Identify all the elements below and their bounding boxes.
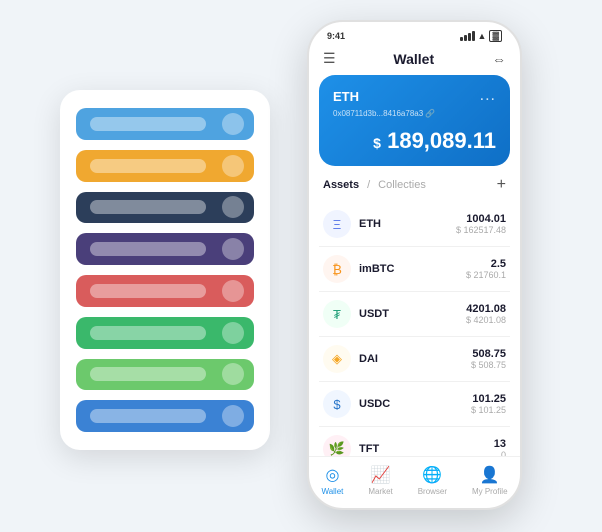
bottom-nav: ◎ Wallet 📈 Market 🌐 Browser 👤 My Profile bbox=[309, 456, 520, 508]
asset-usd: $ 101.25 bbox=[471, 405, 506, 415]
color-bar-blue bbox=[76, 400, 254, 432]
wifi-icon: ▲ bbox=[478, 31, 487, 41]
color-bar-light-green bbox=[76, 359, 254, 391]
asset-amounts: 4201.08 $ 4201.08 bbox=[466, 303, 506, 325]
status-icons: ▲ ▓ bbox=[460, 30, 502, 42]
nav-item-wallet[interactable]: ◎ Wallet bbox=[321, 465, 343, 496]
status-bar: 9:41 ▲ ▓ bbox=[309, 22, 520, 46]
asset-balance: 1004.01 bbox=[456, 213, 506, 225]
menu-icon[interactable]: ☰ bbox=[323, 50, 336, 67]
asset-usd: $ 21760.1 bbox=[466, 270, 506, 280]
color-bar-dark-navy bbox=[76, 192, 254, 224]
color-bar-green bbox=[76, 317, 254, 349]
nav-wallet-label: Wallet bbox=[321, 487, 343, 496]
tab-divider: / bbox=[367, 179, 370, 191]
nav-item-browser[interactable]: 🌐 Browser bbox=[418, 465, 447, 496]
nav-browser-label: Browser bbox=[418, 487, 447, 496]
asset-name: USDT bbox=[359, 308, 466, 320]
expand-icon[interactable]: ⇔ bbox=[492, 51, 506, 67]
status-time: 9:41 bbox=[327, 31, 345, 41]
asset-amounts: 508.75 $ 508.75 bbox=[471, 348, 506, 370]
color-bar-purple-dark bbox=[76, 233, 254, 265]
nav-market-label: Market bbox=[368, 487, 392, 496]
asset-name: USDC bbox=[359, 398, 471, 410]
tab-collecties[interactable]: Collecties bbox=[378, 179, 426, 191]
eth-card-top: ETH ... bbox=[333, 87, 496, 105]
nav-market-icon: 📈 bbox=[371, 465, 391, 485]
asset-usd: $ 4201.08 bbox=[466, 315, 506, 325]
bar-icon bbox=[222, 363, 244, 385]
bar-icon bbox=[222, 405, 244, 427]
asset-usd: $ 508.75 bbox=[471, 360, 506, 370]
nav-my-profile-icon: 👤 bbox=[480, 465, 500, 485]
add-asset-button[interactable]: + bbox=[497, 176, 506, 194]
nav-item-my-profile[interactable]: 👤 My Profile bbox=[472, 465, 508, 496]
bar-label bbox=[90, 117, 206, 131]
signal-icon bbox=[460, 31, 475, 41]
asset-amounts: 101.25 $ 101.25 bbox=[471, 393, 506, 415]
bar-icon bbox=[222, 113, 244, 135]
color-bar-blue-light bbox=[76, 108, 254, 140]
assets-tabs: Assets / Collecties bbox=[323, 179, 426, 191]
bar-icon bbox=[222, 322, 244, 344]
asset-row[interactable]: 🌿 TFT 13 0 bbox=[319, 427, 510, 456]
asset-icon-dai: ◈ bbox=[323, 345, 351, 373]
asset-balance: 101.25 bbox=[471, 393, 506, 405]
asset-balance: 4201.08 bbox=[466, 303, 506, 315]
bar-label bbox=[90, 326, 206, 340]
nav-my-profile-label: My Profile bbox=[472, 487, 508, 496]
color-bar-red bbox=[76, 275, 254, 307]
asset-row[interactable]: Ξ ETH 1004.01 $ 162517.48 bbox=[319, 202, 510, 247]
asset-balance: 508.75 bbox=[471, 348, 506, 360]
asset-balance: 13 bbox=[494, 438, 506, 450]
page-title: Wallet bbox=[393, 51, 434, 67]
asset-icon-tft: 🌿 bbox=[323, 435, 351, 456]
asset-row[interactable]: ₿ imBTC 2.5 $ 21760.1 bbox=[319, 247, 510, 292]
asset-row[interactable]: ₮ USDT 4201.08 $ 4201.08 bbox=[319, 292, 510, 337]
asset-icon-eth: Ξ bbox=[323, 210, 351, 238]
eth-balance: $ 189,089.11 bbox=[333, 128, 496, 154]
asset-list: Ξ ETH 1004.01 $ 162517.48 ₿ imBTC 2.5 $ … bbox=[309, 202, 520, 456]
bar-label bbox=[90, 242, 206, 256]
asset-name: DAI bbox=[359, 353, 471, 365]
bar-label bbox=[90, 159, 206, 173]
asset-name: ETH bbox=[359, 218, 456, 230]
asset-amounts: 1004.01 $ 162517.48 bbox=[456, 213, 506, 235]
eth-card-label: ETH bbox=[333, 89, 359, 104]
bar-label bbox=[90, 200, 206, 214]
asset-usd: $ 162517.48 bbox=[456, 225, 506, 235]
asset-icon-imbtc: ₿ bbox=[323, 255, 351, 283]
bg-card-panel bbox=[60, 90, 270, 450]
asset-row[interactable]: $ USDC 101.25 $ 101.25 bbox=[319, 382, 510, 427]
asset-name: TFT bbox=[359, 443, 494, 455]
phone-header: ☰ Wallet ⇔ bbox=[309, 46, 520, 75]
bar-icon bbox=[222, 155, 244, 177]
bar-label bbox=[90, 367, 206, 381]
tab-assets[interactable]: Assets bbox=[323, 179, 359, 191]
eth-card: ETH ... 0x08711d3b...8416a78a3 🔗 $ 189,0… bbox=[319, 75, 510, 166]
asset-amounts: 13 0 bbox=[494, 438, 506, 456]
phone-mockup: 9:41 ▲ ▓ ☰ Wallet ⇔ ETH ... 0x08711d3b..… bbox=[307, 20, 522, 510]
bar-icon bbox=[222, 280, 244, 302]
eth-card-menu[interactable]: ... bbox=[480, 87, 496, 105]
eth-address: 0x08711d3b...8416a78a3 🔗 bbox=[333, 109, 496, 118]
battery-icon: ▓ bbox=[489, 30, 502, 42]
asset-name: imBTC bbox=[359, 263, 466, 275]
nav-browser-icon: 🌐 bbox=[422, 465, 442, 485]
bar-icon bbox=[222, 196, 244, 218]
assets-header: Assets / Collecties + bbox=[309, 176, 520, 202]
bar-label bbox=[90, 284, 206, 298]
asset-row[interactable]: ◈ DAI 508.75 $ 508.75 bbox=[319, 337, 510, 382]
bar-label bbox=[90, 409, 206, 423]
color-bar-orange bbox=[76, 150, 254, 182]
nav-item-market[interactable]: 📈 Market bbox=[368, 465, 392, 496]
nav-wallet-icon: ◎ bbox=[325, 465, 339, 485]
asset-balance: 2.5 bbox=[466, 258, 506, 270]
bar-icon bbox=[222, 238, 244, 260]
asset-amounts: 2.5 $ 21760.1 bbox=[466, 258, 506, 280]
asset-icon-usdt: ₮ bbox=[323, 300, 351, 328]
asset-icon-usdc: $ bbox=[323, 390, 351, 418]
